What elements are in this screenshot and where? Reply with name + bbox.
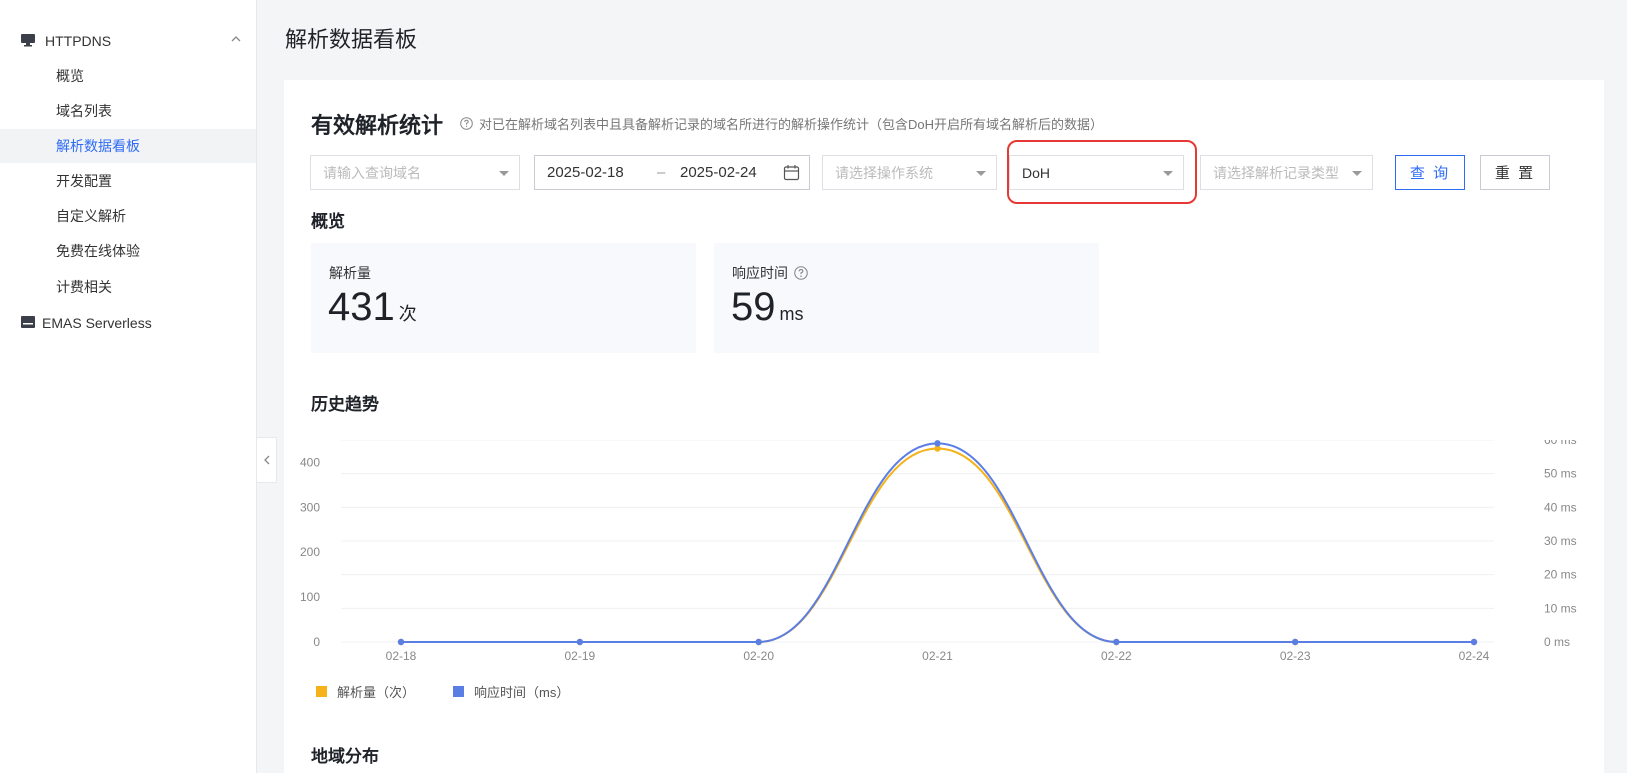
date-separator: – (657, 164, 666, 181)
sidebar-item-free-trial[interactable]: 免费在线体验 (0, 234, 256, 268)
trend-title: 历史趋势 (311, 395, 379, 414)
response-time-label: 响应时间 (732, 265, 788, 281)
help-icon[interactable] (794, 266, 808, 280)
response-time-value: 59 ms (731, 285, 804, 329)
legend-item-resolve[interactable]: 解析量（次） (316, 682, 415, 701)
y-right-tick-label: 40 ms (1544, 500, 1577, 514)
help-icon[interactable] (460, 117, 473, 130)
sidebar-item-billing[interactable]: 计费相关 (0, 270, 256, 304)
y-left-tick-label: 400 (300, 455, 320, 469)
sidebar-item-label: 免费在线体验 (56, 243, 140, 259)
monitor-icon (21, 34, 35, 50)
resolve-count-value: 431 次 (328, 285, 417, 329)
caret-down-icon (1352, 171, 1362, 176)
y-right-tick-label: 10 ms (1544, 601, 1577, 615)
sidebar-item-label: 开发配置 (56, 173, 112, 189)
nav-group-emas[interactable]: EMAS Serverless (0, 306, 256, 340)
y-left-tick-label: 200 (300, 545, 320, 559)
protocol-highlight-box (1007, 140, 1197, 204)
resolve-count-card: 解析量 431 次 (311, 243, 696, 353)
overview-title: 概览 (311, 212, 345, 231)
x-tick-label: 02-24 (1459, 649, 1490, 660)
y-right-tick-label: 20 ms (1544, 568, 1577, 582)
os-placeholder: 请选择操作系统 (835, 164, 933, 181)
x-tick-label: 02-22 (1101, 649, 1132, 660)
resolve-count-label: 解析量 (329, 265, 371, 281)
sidebar-item-label: 自定义解析 (56, 208, 126, 224)
sidebar-item-domain-list[interactable]: 域名列表 (0, 94, 256, 128)
chevron-up-icon[interactable] (230, 32, 242, 48)
y-right-tick-label: 60 ms (1544, 440, 1577, 447)
stats-hint: 对已在解析域名列表中且具备解析记录的域名所进行的解析操作统计（包含DoH开启所有… (460, 114, 1103, 133)
series-line-resolve (400, 447, 1474, 643)
date-range-picker[interactable]: 2025-02-18 – 2025-02-24 (534, 155, 810, 190)
data-point (1113, 638, 1120, 646)
sidebar: HTTPDNS 概览 域名列表 解析数据看板 开发配置 自定义解析 免费在线体验… (0, 0, 257, 773)
legend-item-response[interactable]: 响应时间（ms） (453, 682, 569, 701)
x-tick-label: 02-19 (564, 649, 595, 660)
caret-down-icon (976, 171, 986, 176)
record-type-placeholder: 请选择解析记录类型 (1213, 164, 1339, 181)
sidebar-item-dashboard[interactable]: 解析数据看板 (0, 129, 256, 163)
calendar-icon[interactable] (783, 164, 800, 181)
y-left-tick-label: 300 (300, 500, 320, 514)
nav-group-httpdns[interactable]: HTTPDNS (0, 24, 256, 58)
legend-label-resolve: 解析量（次） (337, 685, 416, 700)
domain-search-select[interactable]: 请输入查询域名 (310, 155, 520, 190)
resolve-count-unit: 次 (398, 304, 417, 324)
x-tick-label: 02-18 (386, 649, 417, 660)
page-title: 解析数据看板 (285, 27, 418, 52)
nav-group-label: HTTPDNS (45, 33, 112, 49)
nav-group-label: EMAS Serverless (42, 315, 152, 331)
series-line-response (400, 442, 1474, 643)
y-right-tick-label: 30 ms (1544, 534, 1577, 548)
data-point (576, 638, 584, 646)
sidebar-item-overview[interactable]: 概览 (0, 59, 256, 93)
data-point (755, 638, 762, 646)
sidebar-item-label: 域名列表 (56, 103, 112, 119)
sidebar-item-label: 解析数据看板 (56, 138, 140, 154)
x-tick-label: 02-21 (922, 649, 953, 660)
y-right-tick-label: 50 ms (1544, 467, 1577, 481)
sidebar-item-custom-resolve[interactable]: 自定义解析 (0, 199, 256, 233)
os-select[interactable]: 请选择操作系统 (822, 155, 997, 190)
server-icon (21, 316, 35, 332)
legend-swatch-resolve (316, 686, 327, 697)
data-point (934, 440, 941, 447)
query-button[interactable]: 查 询 (1395, 155, 1465, 190)
stats-title: 有效解析统计 (311, 113, 444, 138)
record-type-select[interactable]: 请选择解析记录类型 (1200, 155, 1373, 190)
legend-swatch-response (453, 686, 464, 697)
reset-button[interactable]: 重 置 (1480, 155, 1550, 190)
data-point (1470, 638, 1478, 646)
stats-hint-text: 对已在解析域名列表中且具备解析记录的域名所进行的解析操作统计（包含DoH开启所有… (479, 117, 1104, 132)
sidebar-item-dev-config[interactable]: 开发配置 (0, 164, 256, 198)
response-time-unit: ms (779, 304, 804, 324)
chevron-left-icon (263, 455, 269, 465)
caret-down-icon (499, 171, 509, 176)
domain-placeholder: 请输入查询域名 (323, 164, 421, 181)
y-right-tick-label: 0 ms (1544, 635, 1570, 649)
response-time-label-wrap: 响应时间 (732, 263, 808, 283)
y-left-tick-label: 100 (300, 590, 320, 604)
legend-label-response: 响应时间（ms） (474, 685, 570, 700)
data-point (397, 638, 405, 646)
sidebar-collapse-button[interactable] (257, 437, 277, 483)
region-title: 地域分布 (311, 747, 379, 766)
date-start: 2025-02-18 (547, 164, 624, 181)
x-tick-label: 02-20 (743, 649, 774, 660)
sidebar-item-label: 计费相关 (56, 279, 112, 295)
y-left-tick-label: 0 (313, 635, 320, 649)
data-point (1291, 638, 1299, 646)
date-end: 2025-02-24 (680, 164, 757, 181)
sidebar-item-label: 概览 (56, 68, 84, 84)
response-time-card: 响应时间 59 ms (714, 243, 1099, 353)
x-tick-label: 02-23 (1280, 649, 1311, 660)
trend-chart: 0 ms 10 ms 20 ms 30 ms 40 ms 50 ms 60 ms 0 100 20… (300, 440, 1577, 660)
